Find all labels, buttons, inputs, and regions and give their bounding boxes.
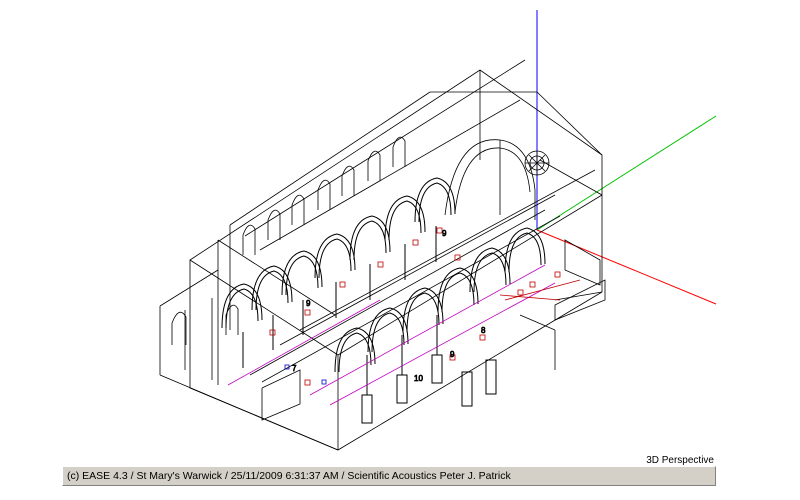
status-bar-text: (c) EASE 4.3 / St Mary's Warwick / 25/11… [67,470,511,482]
listener-label: 10 [414,374,423,383]
chancel-arch [444,139,536,220]
listener-label: 9 [442,229,447,238]
building-outline [159,59,603,451]
listener-label: 8 [481,326,486,335]
listener-label: 9 [306,299,311,308]
rose-window [524,150,550,176]
south-arcade [334,227,546,424]
view-mode-label: 3D Perspective [646,455,714,466]
listener-markers [269,227,581,386]
listener-label: 9 [450,350,455,359]
y-axis [536,115,717,231]
clerestory-windows [171,136,406,345]
listener-label: 7 [292,364,297,373]
x-axis [536,229,717,305]
3d-viewport[interactable]: 9 8 9 10 9 7 3D Perspective [0,0,800,466]
church-wireframe-model: 9 8 9 10 9 7 [159,10,717,451]
status-bar: (c) EASE 4.3 / St Mary's Warwick / 25/11… [62,466,716,486]
seating-areas [227,264,556,406]
